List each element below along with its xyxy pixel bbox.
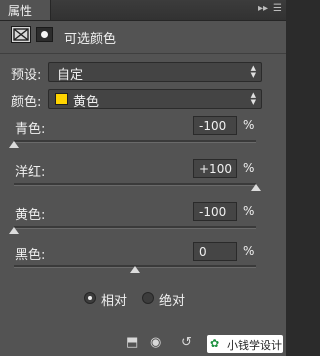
preset-value: 自定 (57, 68, 84, 83)
relative-radio[interactable] (84, 292, 96, 304)
yellow-slider-track[interactable] (14, 226, 256, 229)
black-label: 黑色: (15, 248, 46, 263)
black-unit: % (243, 244, 255, 258)
cyan-slider-track[interactable] (14, 140, 256, 143)
adjustment-header: 可选颜色 (0, 21, 286, 51)
absolute-label: 绝对 (159, 294, 186, 309)
preset-label: 预设: (11, 68, 42, 83)
cyan-label: 青色: (15, 122, 46, 137)
watermark: ✿ 小钱学设计 (207, 335, 283, 353)
relative-label: 相对 (101, 294, 128, 309)
tab-properties[interactable]: 属性 (0, 0, 51, 20)
cyan-slider-thumb[interactable] (9, 141, 19, 148)
yellow-label: 黄色: (15, 208, 46, 223)
properties-panel: 属性 ▸▸ ☰ 可选颜色 预设: 自定 ▲ ▼ 颜色: 黄色 ▲ ▼ 青色: -10… (0, 0, 286, 356)
panel-title-bar: 属性 ▸▸ ☰ (0, 0, 286, 21)
colors-dropdown[interactable]: 黄色 ▲ ▼ (48, 89, 262, 110)
layer-mask-icon[interactable] (36, 27, 53, 42)
dropdown-arrows-icon: ▲ ▼ (250, 64, 256, 79)
black-slider-thumb[interactable] (130, 266, 140, 273)
magenta-slider-thumb[interactable] (251, 184, 261, 191)
yellow-unit: % (243, 204, 255, 218)
yellow-swatch (55, 93, 68, 105)
watermark-text: 小钱学设计 (227, 339, 282, 352)
tab-properties-label: 属性 (8, 4, 33, 18)
wechat-logo-icon: ✿ (210, 337, 220, 350)
divider (0, 53, 286, 54)
view-previous-icon[interactable]: ◉ (150, 336, 161, 350)
preset-dropdown[interactable]: 自定 ▲ ▼ (48, 62, 262, 83)
cyan-value-input[interactable]: -100 (193, 116, 237, 135)
yellow-slider-thumb[interactable] (9, 227, 19, 234)
reset-icon[interactable]: ↺ (181, 336, 192, 350)
yellow-value-input[interactable]: -100 (193, 202, 237, 221)
cyan-unit: % (243, 118, 255, 132)
magenta-label: 洋红: (15, 165, 46, 180)
colors-value: 黄色 (73, 95, 100, 110)
magenta-unit: % (243, 161, 255, 175)
colors-label: 颜色: (11, 95, 42, 110)
black-value-input[interactable]: 0 (193, 242, 237, 261)
collapse-icon[interactable]: ▸▸ (258, 3, 268, 14)
panel-footer: ⬒ ◉ ↺ ✿ 小钱学设计 (0, 332, 286, 356)
selective-color-icon[interactable] (11, 26, 31, 43)
absolute-radio[interactable] (142, 292, 154, 304)
clip-to-layer-icon[interactable]: ⬒ (126, 336, 138, 350)
panel-menu-icon[interactable]: ☰ (273, 3, 282, 14)
magenta-value-input[interactable]: +100 (193, 159, 237, 178)
magenta-slider-track[interactable] (14, 183, 256, 186)
dropdown-arrows-icon: ▲ ▼ (250, 91, 256, 106)
adjustment-title: 可选颜色 (64, 32, 117, 47)
